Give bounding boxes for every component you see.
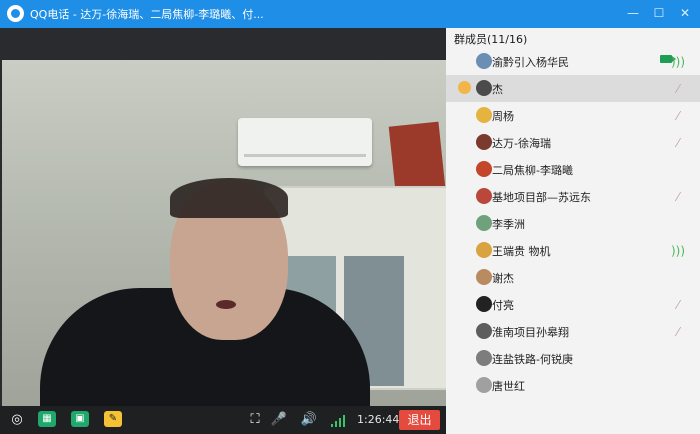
- member-name: 杰: [492, 83, 503, 96]
- fullscreen-icon[interactable]: ⛶: [245, 410, 265, 430]
- avatar: [476, 107, 492, 123]
- avatar: [476, 134, 492, 150]
- speaking-icon: ))): [670, 244, 686, 258]
- avatar: [476, 215, 492, 231]
- avatar: [476, 161, 492, 177]
- member-item[interactable]: 淮南项目孙皋翔 ⁄: [446, 318, 700, 345]
- member-item[interactable]: 二局焦柳-李璐曦: [446, 156, 700, 183]
- settings-icon[interactable]: ◎: [7, 410, 27, 430]
- call-timer: 1:26:44: [357, 413, 400, 426]
- mic-muted-icon: ⁄: [676, 190, 679, 204]
- mic-off-icon[interactable]: 🎤: [269, 410, 289, 430]
- window-title: QQ电话 - 达万-徐海瑞、二局焦柳-李璐曦、付...: [30, 8, 264, 21]
- member-name: 连盐铁路-何锐庚: [492, 353, 573, 366]
- member-item[interactable]: 杰 ⁄: [446, 75, 700, 102]
- member-count-heading: 群成员(11/16): [454, 33, 528, 46]
- member-item[interactable]: 王端贵 物机 ))): [446, 237, 700, 264]
- member-item[interactable]: 付亮 ⁄: [446, 291, 700, 318]
- call-controls: ◎ ▦ ▣ ✎ ⛶ 🎤 🔊 1:26:44 退出: [0, 406, 446, 434]
- close-icon[interactable]: ✕: [676, 4, 694, 22]
- member-name: 周杨: [492, 110, 514, 123]
- avatar: [476, 188, 492, 204]
- video-person-mouth: [216, 300, 236, 309]
- member-item[interactable]: 周杨 ⁄: [446, 102, 700, 129]
- member-panel: 群成员(11/16) 渝黔引入杨华民 ))) 杰 ⁄ 周杨 ⁄ 达万-徐海瑞 ⁄…: [446, 28, 700, 434]
- avatar: [476, 269, 492, 285]
- annotate-icon[interactable]: ✎: [104, 411, 122, 427]
- speaking-icon: ))): [670, 55, 686, 69]
- qq-logo-icon: [7, 5, 24, 22]
- member-name: 王端贵 物机: [492, 245, 551, 258]
- avatar: [476, 377, 492, 393]
- mic-muted-icon: ⁄: [676, 82, 679, 96]
- speaker-icon[interactable]: 🔊: [299, 410, 319, 430]
- member-name: 渝黔引入杨华民: [492, 56, 569, 69]
- host-icon: [458, 81, 471, 94]
- mic-muted-icon: ⁄: [676, 298, 679, 312]
- mic-muted-icon: ⁄: [676, 136, 679, 150]
- minimize-icon[interactable]: —: [624, 4, 642, 22]
- avatar: [476, 53, 492, 69]
- video-area: [0, 28, 446, 406]
- maximize-icon[interactable]: ☐: [650, 4, 668, 22]
- member-name: 付亮: [492, 299, 514, 312]
- member-item[interactable]: 唐世红: [446, 372, 700, 399]
- mic-muted-icon: ⁄: [676, 109, 679, 123]
- screen-share-icon[interactable]: ▦: [38, 411, 56, 427]
- member-name: 达万-徐海瑞: [492, 137, 551, 150]
- member-name: 二局焦柳-李璐曦: [492, 164, 573, 177]
- member-item[interactable]: 李季洲: [446, 210, 700, 237]
- member-name: 谢杰: [492, 272, 514, 285]
- member-item[interactable]: 渝黔引入杨华民 ))): [446, 48, 700, 75]
- member-item[interactable]: 达万-徐海瑞 ⁄: [446, 129, 700, 156]
- member-name: 唐世红: [492, 380, 525, 393]
- member-name: 淮南项目孙皋翔: [492, 326, 569, 339]
- avatar: [476, 242, 492, 258]
- video-books: [388, 121, 446, 193]
- member-name: 李季洲: [492, 218, 525, 231]
- video-person-hair: [170, 178, 288, 218]
- video-air-conditioner: [238, 118, 372, 166]
- avatar: [476, 350, 492, 366]
- signal-strength-icon: [331, 415, 347, 427]
- avatar: [476, 80, 492, 96]
- avatar: [476, 296, 492, 312]
- remote-video: [2, 60, 446, 406]
- title-bar: QQ电话 - 达万-徐海瑞、二局焦柳-李璐曦、付... — ☐ ✕: [0, 0, 700, 28]
- whiteboard-icon[interactable]: ▣: [71, 411, 89, 427]
- avatar: [476, 323, 492, 339]
- member-name: 基地项目部—苏远东: [492, 191, 591, 204]
- mic-muted-icon: ⁄: [676, 325, 679, 339]
- member-item[interactable]: 基地项目部—苏远东 ⁄: [446, 183, 700, 210]
- member-item[interactable]: 谢杰: [446, 264, 700, 291]
- member-item[interactable]: 连盐铁路-何锐庚: [446, 345, 700, 372]
- exit-button[interactable]: 退出: [399, 410, 440, 430]
